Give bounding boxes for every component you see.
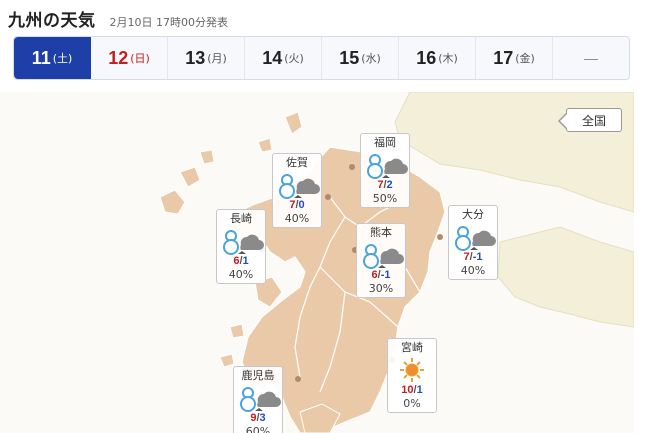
temp-low: -1 [380, 269, 391, 281]
temp-low: 1 [242, 255, 249, 267]
precipitation-chance: 40% [228, 268, 254, 281]
page-title: 九州の天気 [8, 11, 96, 31]
precipitation-chance: 50% [372, 192, 398, 205]
snow-cloudy-icon [455, 226, 496, 251]
tab-day-of-week: (火) [284, 52, 304, 65]
tab-day-12[interactable]: 12 (日) [91, 37, 168, 79]
tab-day-15[interactable]: 15 (水) [322, 37, 399, 79]
tab-day-number: 17 [493, 47, 514, 68]
tab-day-of-week: (水) [361, 52, 381, 65]
city-name: 大分 [462, 208, 484, 221]
city-name: 福岡 [374, 136, 396, 149]
date-tabs: 11 (土) 12 (日) 13 (月) 14 (火) 15 (水) 16 (木) 17 (金… [13, 36, 630, 80]
issued-time: 2月10日 17時00分発表 [109, 16, 229, 29]
city-card-saga[interactable]: 佐賀 7/0 40% [272, 153, 322, 228]
tab-day-of-week: (木) [438, 52, 458, 65]
tab-day-number: 13 [185, 47, 206, 68]
temp-low: 1 [416, 384, 423, 396]
city-dot-fukuoka [349, 164, 355, 170]
temperature-range: 10/1 [388, 384, 436, 397]
tab-day-11[interactable]: 11 (土) [14, 37, 91, 79]
city-name: 鹿児島 [241, 369, 275, 382]
tab-day-17[interactable]: 17 (金) [476, 37, 553, 79]
city-name: 佐賀 [286, 156, 308, 169]
city-name: 長崎 [230, 212, 252, 225]
tab-day-16[interactable]: 16 (木) [399, 37, 476, 79]
tab-day-13[interactable]: 13 (月) [168, 37, 245, 79]
precipitation-chance: 60% [245, 425, 271, 433]
tab-day-number: 16 [416, 47, 437, 68]
tab-day-14[interactable]: 14 (火) [245, 37, 322, 79]
tab-more-dash: — [584, 50, 598, 66]
precipitation-chance: 30% [368, 282, 394, 295]
tab-day-of-week: (土) [52, 52, 73, 65]
temperature-range: 7/0 [273, 199, 321, 212]
city-name: 熊本 [370, 226, 392, 239]
goto-islands [159, 149, 215, 215]
city-card-kumamoto[interactable]: 熊本 6/-1 30% [356, 223, 406, 298]
city-card-oita[interactable]: 大分 7/-1 40% [448, 205, 498, 280]
tab-more[interactable]: — [553, 37, 629, 79]
tab-day-of-week: (月) [207, 52, 227, 65]
city-card-nagasaki[interactable]: 長崎 6/1 40% [216, 209, 266, 284]
tab-day-number: 12 [108, 47, 129, 68]
snow-cloudy-icon [363, 244, 404, 269]
temp-low: 0 [298, 199, 305, 211]
snow-cloudy-icon [223, 230, 264, 255]
map-shapes [159, 92, 634, 433]
temp-low: 2 [386, 179, 393, 191]
precipitation-chance: 40% [284, 212, 310, 225]
tab-day-of-week: (金) [515, 52, 535, 65]
temp-low: -1 [472, 251, 483, 263]
snow-cloudy-icon [367, 154, 408, 179]
city-card-kagoshima[interactable]: 鹿児島 9/3 60% [233, 366, 283, 433]
precipitation-chance: 40% [460, 264, 486, 277]
snow-cloudy-icon [279, 174, 320, 199]
national-map-button[interactable]: 全国 [558, 108, 622, 132]
shikoku-region [497, 226, 634, 328]
tsushima-island [257, 111, 303, 153]
city-card-fukuoka[interactable]: 福岡 7/2 50% [360, 133, 410, 208]
sunny-icon [400, 358, 424, 382]
tab-day-number: 11 [31, 47, 51, 68]
tab-day-number: 14 [262, 47, 283, 68]
temperature-range: 6/1 [217, 255, 265, 268]
page-header: 九州の天気 2月10日 17時00分発表 [8, 6, 229, 31]
city-dot-oita [437, 234, 443, 240]
city-name: 宮崎 [401, 341, 423, 354]
tab-day-of-week: (日) [130, 52, 150, 65]
city-dot-kagoshima [295, 376, 301, 382]
temperature-range: 6/-1 [357, 269, 405, 282]
city-dot-saga [325, 194, 331, 200]
precipitation-chance: 0% [403, 397, 421, 410]
kyushu-map [0, 92, 634, 433]
temperature-range: 7/2 [361, 179, 409, 192]
snow-cloudy-icon [240, 387, 281, 412]
temp-high: 10 [401, 384, 414, 396]
city-card-miyazaki[interactable]: 宮崎 10/1 0% [387, 338, 437, 413]
temperature-range: 7/-1 [449, 251, 497, 264]
temperature-range: 9/3 [234, 412, 282, 425]
temp-low: 3 [259, 412, 266, 424]
tab-day-number: 15 [339, 47, 360, 68]
